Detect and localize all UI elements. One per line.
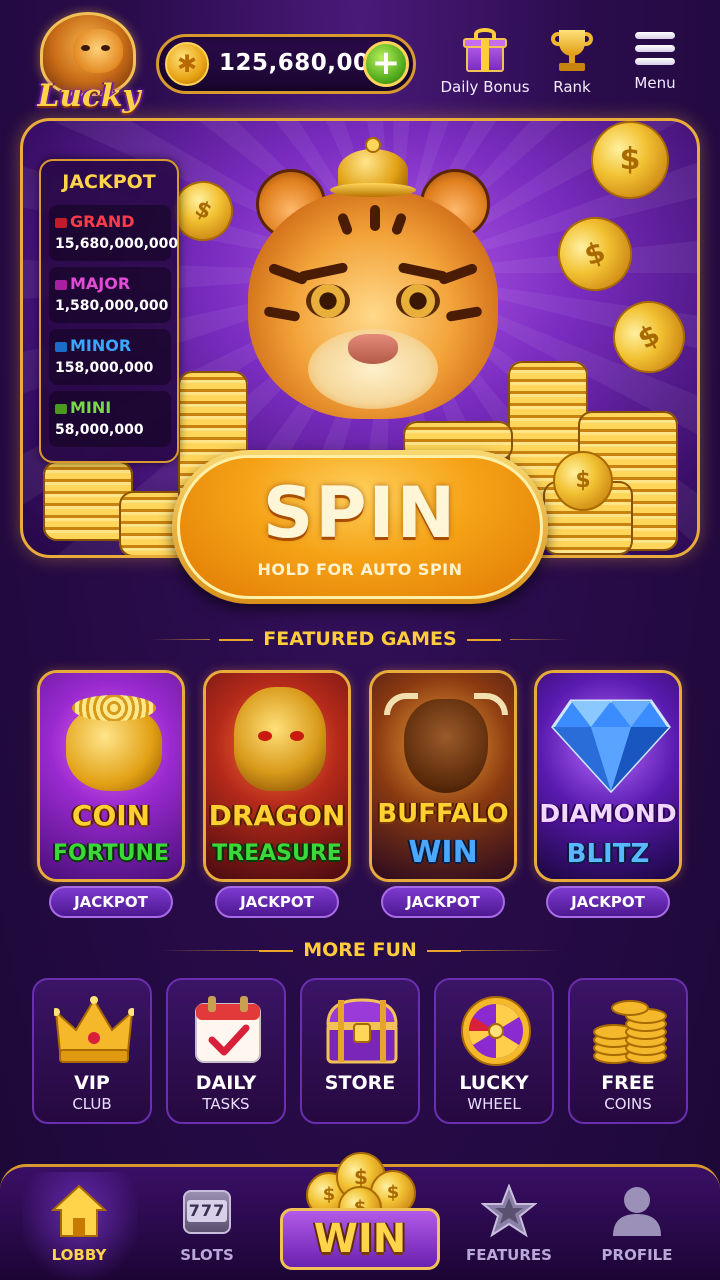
game-card-dragon-treasure[interactable]: DRAGON TREASURE	[203, 670, 351, 882]
featured-games-title: FEATURED GAMES	[0, 628, 720, 650]
jackpot-tier-mini: MINI 58,000,000	[49, 391, 171, 447]
tier-value: 1,580,000,000	[55, 298, 169, 314]
hamburger-menu-icon	[635, 28, 675, 68]
rank-label: Rank	[553, 78, 591, 96]
jackpot-badge[interactable]: JACKPOT	[546, 886, 670, 918]
tasks-label: TASKS	[202, 1095, 250, 1113]
jackpot-title: JACKPOT	[62, 171, 156, 193]
gold-hat	[330, 137, 416, 199]
jackpot-tier-minor: MINOR 158,000,000	[49, 329, 171, 385]
game-title-line2: TREASURE	[212, 841, 342, 866]
game-title-line2: WIN	[408, 835, 478, 870]
game-title-line1: DRAGON	[208, 799, 346, 832]
app-logo: Lucky	[34, 12, 144, 120]
user-icon	[613, 1187, 661, 1236]
menu-label: Menu	[634, 74, 676, 92]
tiger-eye	[306, 284, 350, 318]
diamond-icon	[551, 699, 671, 793]
game-card-buffalo-win[interactable]: BUFFALO WIN	[369, 670, 517, 882]
tier-name: MINOR	[70, 336, 132, 355]
nav-win-label: WIN	[313, 1216, 407, 1262]
free-label: FREE	[601, 1072, 655, 1094]
menu-button[interactable]: Menu	[618, 28, 692, 92]
tier-name: GRAND	[70, 212, 135, 231]
tier-value: 158,000,000	[55, 360, 154, 376]
more-fun-title: MORE FUN	[0, 939, 720, 961]
top-bar: Lucky ✱ 125,680,000 + Daily Bonus Rank M…	[0, 0, 720, 118]
dragon-icon	[234, 687, 326, 791]
tiger-nose	[348, 334, 398, 364]
game-title-line1: DIAMOND	[539, 799, 677, 828]
jackpot-badge[interactable]: JACKPOT	[49, 886, 173, 918]
flying-coin: $	[591, 121, 669, 199]
vip-club-button[interactable]: VIP CLUB	[32, 978, 152, 1124]
coin-stack-icon	[593, 1000, 667, 1064]
vip-label: VIP	[74, 1072, 110, 1094]
wheel-label: WHEEL	[467, 1095, 521, 1113]
nav-lobby[interactable]: LOBBY	[24, 1184, 134, 1264]
nav-win-button[interactable]: $ $ $ $ WIN	[272, 1150, 448, 1280]
lucky-label: LUCKY	[459, 1072, 529, 1094]
store-button[interactable]: STORE	[300, 978, 420, 1124]
daily-bonus-label: Daily Bonus	[440, 78, 530, 96]
free-coins-button[interactable]: FREE COINS	[568, 978, 688, 1124]
game-title-line2: FORTUNE	[53, 841, 169, 866]
daily-tasks-button[interactable]: DAILY TASKS	[166, 978, 286, 1124]
slot-machine-icon: 777	[179, 1184, 235, 1238]
tiger-logo-eye	[101, 45, 110, 51]
add-coins-button[interactable]: +	[363, 41, 409, 87]
jackpot-badge[interactable]: JACKPOT	[381, 886, 505, 918]
nav-slots[interactable]: 777 SLOTS	[152, 1184, 262, 1264]
rank-button[interactable]: Rank	[532, 28, 612, 96]
nav-lobby-label: LOBBY	[51, 1246, 107, 1264]
tier-value: 15,680,000,000	[55, 236, 179, 252]
nav-profile[interactable]: PROFILE	[582, 1184, 692, 1264]
house-icon	[51, 1184, 107, 1237]
gift-icon	[462, 28, 508, 72]
tier-value: 58,000,000	[55, 422, 144, 438]
calendar-check-icon	[195, 996, 261, 1063]
daily-label: DAILY	[195, 1072, 257, 1094]
star-icon	[481, 1184, 537, 1238]
nav-features-label: FEATURES	[466, 1246, 552, 1264]
game-card-coin-fortune[interactable]: COIN FORTUNE	[37, 670, 185, 882]
lucky-wheel-button[interactable]: LUCKY WHEEL	[434, 978, 554, 1124]
tiger-mascot	[238, 137, 508, 449]
nav-profile-label: PROFILE	[601, 1246, 673, 1264]
fortune-wheel-icon	[461, 996, 531, 1066]
tier-name: MAJOR	[70, 274, 131, 293]
jackpot-panel: JACKPOT GRAND 15,680,000,000 MAJOR 1,580…	[39, 159, 179, 463]
game-title-line1: BUFFALO	[377, 799, 509, 829]
tiger-logo-face	[73, 29, 123, 73]
coin-balance-bar: ✱ 125,680,000 +	[156, 34, 416, 94]
nav-slots-label: SLOTS	[180, 1246, 234, 1264]
crown-icon	[54, 996, 134, 1063]
game-card-diamond-blitz[interactable]: DIAMOND BLITZ	[534, 670, 682, 882]
game-title-line2: BLITZ	[566, 839, 650, 869]
tier-name: MINI	[70, 398, 112, 417]
game-title-line1: COIN	[71, 799, 151, 832]
jackpot-tier-grand: GRAND 15,680,000,000	[49, 205, 178, 261]
store-label: STORE	[324, 1072, 396, 1094]
tiger-eye	[396, 284, 440, 318]
slot-reel-text: 777	[187, 1200, 227, 1222]
spin-button[interactable]: SPIN HOLD FOR AUTO SPIN	[172, 450, 548, 604]
daily-bonus-button[interactable]: Daily Bonus	[440, 28, 530, 96]
club-label: CLUB	[72, 1095, 112, 1113]
nav-features[interactable]: FEATURES	[454, 1184, 564, 1264]
treasure-chest-icon	[326, 998, 398, 1064]
flying-coin: $	[553, 451, 613, 511]
logo-text: Lucky	[37, 78, 141, 114]
trophy-icon	[549, 28, 595, 72]
coins-label: COINS	[604, 1095, 652, 1113]
tiger-logo-eye	[81, 45, 90, 51]
jackpot-badge[interactable]: JACKPOT	[215, 886, 339, 918]
jackpot-tier-major: MAJOR 1,580,000,000	[49, 267, 171, 323]
spin-label: SPIN	[262, 472, 458, 554]
coin-icon: ✱	[165, 42, 209, 86]
coin-balance-amount: 125,680,000	[219, 50, 387, 76]
auto-spin-hint: HOLD FOR AUTO SPIN	[257, 560, 463, 579]
